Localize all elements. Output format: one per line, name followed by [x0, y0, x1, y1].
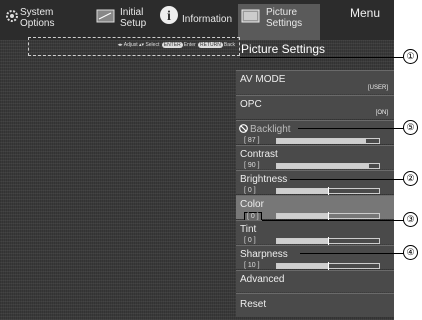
- callout-line-1: [240, 57, 403, 58]
- tab-label: Initial Setup: [120, 7, 147, 29]
- callout-4: ④: [403, 245, 418, 260]
- picture-icon: [241, 9, 260, 23]
- item-label: AV MODE: [240, 74, 286, 85]
- color-slider[interactable]: [276, 212, 380, 221]
- backlight-slider[interactable]: [276, 138, 380, 144]
- menu-item-color[interactable]: Color [ 0 ]: [236, 195, 394, 221]
- slider-fill: [277, 214, 328, 218]
- svg-text:i: i: [167, 9, 171, 24]
- item-label: Sharpness: [240, 249, 288, 260]
- menu-tab-bar: System Options Initial Setup i Informati…: [0, 0, 394, 40]
- info-icon: i: [160, 6, 178, 24]
- item-label: Backlight: [250, 124, 291, 135]
- tab-label: System Options: [20, 7, 55, 29]
- callout-line-4: [300, 253, 404, 254]
- slider-fill: [277, 239, 328, 243]
- menu-item-backlight[interactable]: Backlight [ 87 ]: [236, 120, 394, 144]
- item-value: [ 90 ]: [244, 162, 260, 169]
- menu-item-av-mode[interactable]: AV MODE [USER]: [236, 70, 394, 94]
- callout-1: ①: [403, 49, 418, 64]
- menu-item-tint[interactable]: Tint [ 0 ]: [236, 220, 394, 246]
- callout-2: ②: [403, 171, 418, 186]
- slider-fill: [277, 164, 369, 168]
- menu-item-brightness[interactable]: Brightness [ 0 ]: [236, 170, 394, 196]
- tab-label: Picture Settings: [266, 7, 303, 29]
- section-title: Picture Settings: [241, 42, 326, 56]
- contrast-slider[interactable]: [276, 163, 380, 169]
- item-label: Color: [240, 199, 264, 210]
- callout-5: ⑤: [403, 120, 418, 135]
- item-value: [USER]: [367, 85, 388, 91]
- tv-menu-screen: System Options Initial Setup i Informati…: [0, 0, 394, 320]
- menu-item-sharpness[interactable]: Sharpness [ 10 ]: [236, 245, 394, 271]
- tab-information[interactable]: i Information: [159, 4, 233, 36]
- guide-enter: Enter: [183, 42, 196, 48]
- tint-slider[interactable]: [276, 237, 380, 246]
- item-value: [ON]: [375, 110, 388, 116]
- menu-item-opc[interactable]: OPC [ON]: [236, 95, 394, 119]
- guide-back: Back: [223, 42, 235, 48]
- return-key-icon: RETURN: [198, 42, 223, 48]
- item-value: [ 0 ]: [244, 237, 256, 244]
- tab-picture-settings[interactable]: Picture Settings: [238, 4, 320, 40]
- slider-fill: [277, 139, 366, 143]
- tab-label: Information: [182, 14, 233, 25]
- item-label: Reset: [240, 299, 267, 310]
- item-label: Brightness: [240, 174, 288, 185]
- item-label: OPC: [240, 99, 262, 110]
- guide-adjust: ◂▸ Adjust: [117, 42, 138, 48]
- operation-guide: ◂▸ Adjust ▴▾ Select ENTER Enter RETURN Bac…: [28, 37, 240, 56]
- item-value: [ 87 ]: [244, 137, 260, 144]
- callout-line-2: [290, 179, 404, 180]
- item-label: Advanced: [240, 274, 285, 285]
- callout-line-3: [262, 220, 404, 221]
- enter-key-icon: ENTER: [161, 42, 183, 48]
- slider-fill: [277, 264, 328, 268]
- guide-select: ▴▾ Select: [139, 42, 160, 48]
- tab-initial-setup[interactable]: Initial Setup: [96, 4, 150, 36]
- item-label: Tint: [240, 224, 257, 235]
- item-label: Contrast: [240, 149, 278, 160]
- item-value: [ 0 ]: [244, 187, 256, 194]
- menu-item-reset[interactable]: Reset: [236, 293, 394, 317]
- gear-icon: [6, 10, 18, 22]
- menu-title: Menu: [350, 6, 381, 20]
- callout-line-5: [298, 128, 404, 129]
- tab-system-options[interactable]: System Options: [4, 4, 62, 36]
- sharpness-slider[interactable]: [276, 262, 380, 271]
- setup-icon: [96, 9, 115, 23]
- item-value: [ 10 ]: [244, 262, 260, 269]
- brightness-slider[interactable]: [276, 187, 380, 196]
- menu-item-contrast[interactable]: Contrast [ 90 ]: [236, 145, 394, 169]
- slider-fill: [277, 189, 328, 193]
- callout-3: ③: [403, 212, 418, 227]
- menu-item-advanced[interactable]: Advanced: [236, 270, 394, 292]
- guide-text: ◂▸ Adjust ▴▾ Select ENTER Enter RETURN Bac…: [118, 42, 235, 48]
- disabled-icon: [239, 124, 248, 133]
